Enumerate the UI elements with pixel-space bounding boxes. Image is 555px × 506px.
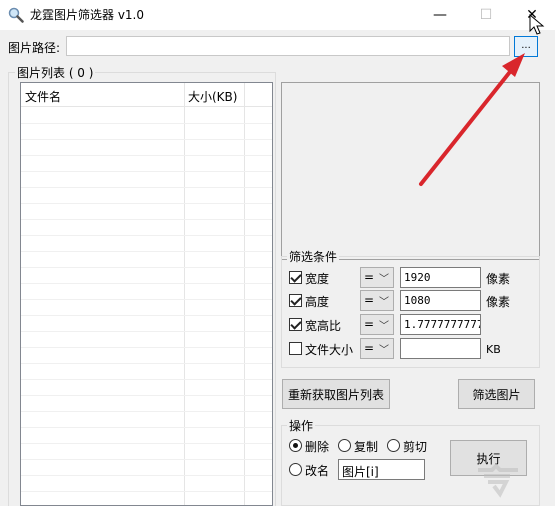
cut-label: 剪切 <box>403 440 428 454</box>
row-line <box>21 459 272 460</box>
operator-value: = <box>364 341 375 355</box>
row-line <box>21 347 272 348</box>
row-line <box>21 395 272 396</box>
row-line <box>21 203 272 204</box>
height-unit: 像素 <box>486 295 511 309</box>
row-line <box>21 283 272 284</box>
image-list[interactable]: 文件名 大小(KB) <box>20 82 273 506</box>
row-line <box>21 299 272 300</box>
minimize-button[interactable]: — <box>417 0 463 30</box>
width-unit: 像素 <box>486 272 511 286</box>
row-line <box>21 171 272 172</box>
chevron-down-icon: ﹀ <box>379 274 389 285</box>
mouse-cursor-icon <box>529 14 545 35</box>
height-operator-select[interactable]: = ﹀ <box>360 290 394 311</box>
row-line <box>21 363 272 364</box>
row-line <box>21 219 272 220</box>
operator-value: = <box>364 317 375 331</box>
width-checkbox[interactable] <box>289 271 302 284</box>
aspect-ratio-label: 宽高比 <box>305 319 342 333</box>
operator-value: = <box>364 293 375 307</box>
width-input[interactable]: 1920 <box>400 267 481 288</box>
list-header: 文件名 大小(KB) <box>21 83 272 107</box>
watermark-logo-icon <box>478 463 518 498</box>
delete-label: 删除 <box>305 440 330 454</box>
row-line <box>21 315 272 316</box>
operator-value: = <box>364 270 375 284</box>
aspect-ratio-operator-select[interactable]: = ﹀ <box>360 314 394 335</box>
aspect-ratio-checkbox[interactable] <box>289 318 302 331</box>
chevron-down-icon: ﹀ <box>379 297 389 308</box>
row-line <box>21 411 272 412</box>
chevron-down-icon: ﹀ <box>379 321 389 332</box>
path-input[interactable] <box>66 36 510 56</box>
column-filename[interactable]: 文件名 <box>25 88 61 105</box>
row-line <box>21 187 272 188</box>
delete-radio[interactable] <box>289 439 302 452</box>
minimize-icon: — <box>433 7 447 23</box>
filter-images-button[interactable]: 筛选图片 <box>458 379 535 409</box>
row-line <box>21 443 272 444</box>
image-preview <box>281 82 540 260</box>
column-size[interactable]: 大小(KB) <box>188 88 237 105</box>
row-line <box>21 491 272 492</box>
aspect-ratio-input[interactable]: 1.7777777777 <box>400 314 481 335</box>
watermark-text: xz.com <box>448 498 525 506</box>
chevron-down-icon: ﹀ <box>379 345 389 356</box>
height-label: 高度 <box>305 295 330 309</box>
filter-title: 筛选条件 <box>287 248 340 265</box>
copy-radio[interactable] <box>338 439 351 452</box>
row-line <box>21 155 272 156</box>
row-line <box>21 379 272 380</box>
file-size-checkbox[interactable] <box>289 342 302 355</box>
row-line <box>21 139 272 140</box>
file-size-unit: KB <box>486 343 501 356</box>
width-label: 宽度 <box>305 272 330 286</box>
row-line <box>21 331 272 332</box>
window-title: 龙霆图片筛选器 v1.0 <box>30 8 145 22</box>
maximize-icon: ☐ <box>479 7 493 23</box>
main-panel: 图片路径: ... 图片列表 ( 0 ) 文件名 大小(KB) 筛选条件 宽度 … <box>0 30 555 506</box>
image-list-title: 图片列表 ( 0 ) <box>15 64 96 81</box>
magnifier-icon <box>8 7 24 23</box>
rename-label: 改名 <box>305 464 330 478</box>
row-line <box>21 235 272 236</box>
refresh-list-button[interactable]: 重新获取图片列表 <box>282 379 390 409</box>
file-size-operator-select[interactable]: = ﹀ <box>360 338 394 359</box>
row-line <box>21 427 272 428</box>
row-line <box>21 123 272 124</box>
row-line <box>21 267 272 268</box>
cut-radio[interactable] <box>387 439 400 452</box>
column-divider <box>244 83 245 505</box>
copy-label: 复制 <box>354 440 379 454</box>
file-size-label: 文件大小 <box>305 343 354 357</box>
rename-pattern-input[interactable]: 图片[i] <box>338 459 425 480</box>
column-divider <box>184 83 185 505</box>
row-line <box>21 475 272 476</box>
row-line <box>21 251 272 252</box>
width-operator-select[interactable]: = ﹀ <box>360 267 394 288</box>
browse-button[interactable]: ... <box>514 36 538 57</box>
file-size-input[interactable] <box>400 338 481 359</box>
path-label: 图片路径: <box>8 41 61 55</box>
height-input[interactable]: 1080 <box>400 290 481 311</box>
rename-radio[interactable] <box>289 463 302 476</box>
title-bar: 龙霆图片筛选器 v1.0 — ☐ ✕ <box>0 0 555 30</box>
operation-title: 操作 <box>287 417 316 434</box>
height-checkbox[interactable] <box>289 294 302 307</box>
maximize-button[interactable]: ☐ <box>463 0 509 30</box>
